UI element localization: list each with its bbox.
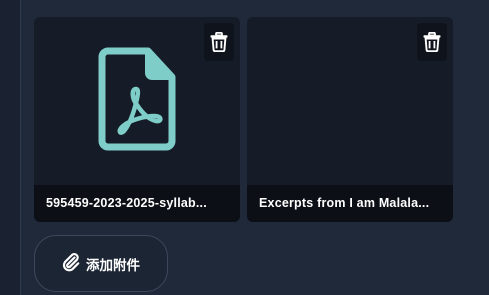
attachment-filename: 595459-2023-2025-syllab... [34, 185, 240, 222]
delete-attachment-button[interactable] [204, 23, 234, 61]
add-attachment-label: 添加附件 [86, 257, 140, 273]
pdf-file-icon [98, 47, 176, 156]
sidebar-divider [20, 0, 21, 295]
attachment-card[interactable]: 595459-2023-2025-syllab... [34, 17, 240, 222]
sidebar-edge [0, 0, 20, 295]
trash-icon [423, 31, 441, 57]
attachment-card[interactable]: Excerpts from I am Malala... [247, 17, 453, 222]
add-attachment-button[interactable]: 添加附件 [34, 235, 168, 292]
trash-icon [210, 31, 228, 57]
attachment-filename: Excerpts from I am Malala... [247, 185, 453, 222]
paperclip-icon [62, 252, 80, 275]
delete-attachment-button[interactable] [417, 23, 447, 61]
